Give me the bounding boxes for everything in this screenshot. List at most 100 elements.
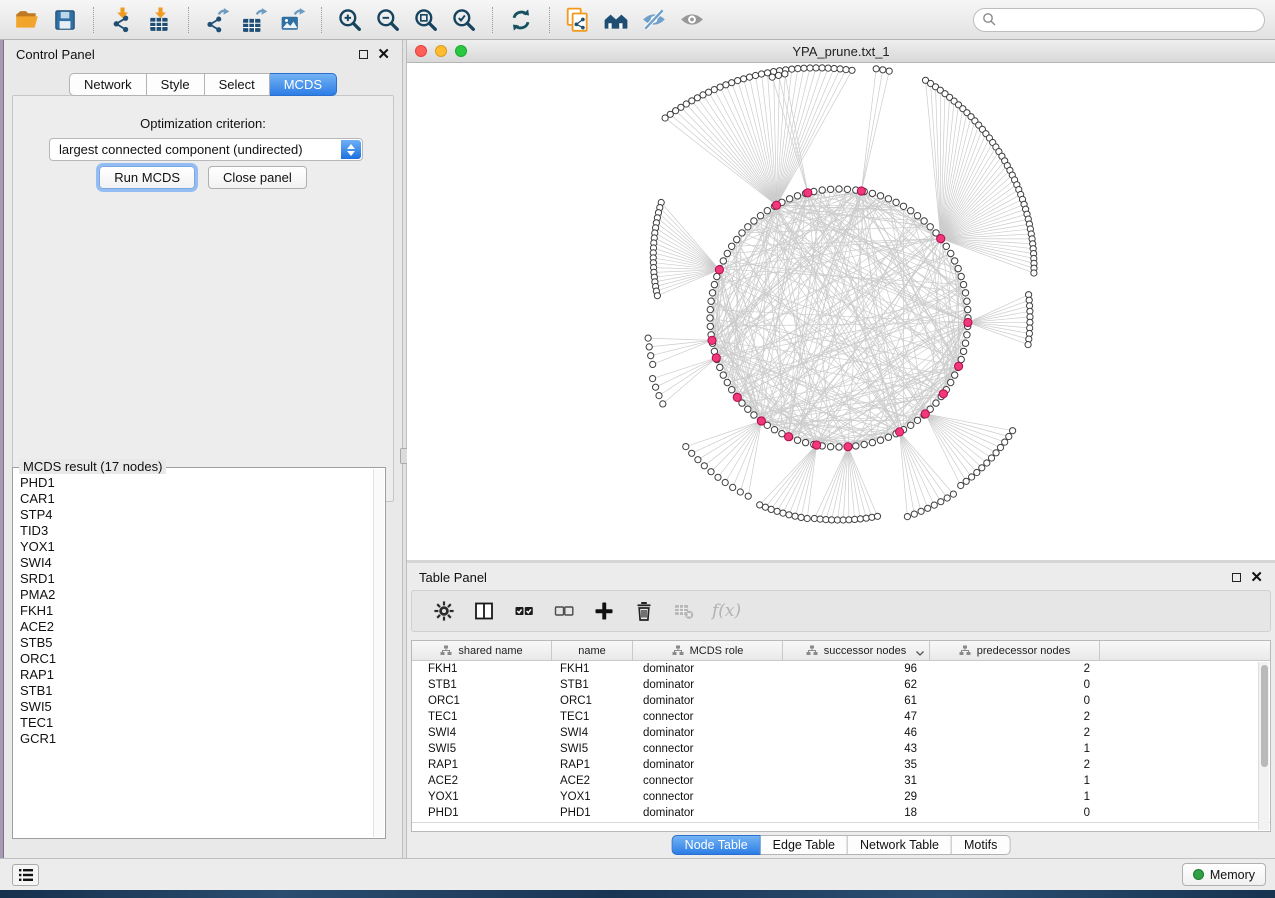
list-item[interactable]: TID3 (20, 523, 385, 539)
delete-column-button[interactable] (672, 599, 696, 623)
export-image-icon (280, 7, 306, 33)
list-item[interactable]: PHD1 (20, 475, 385, 491)
run-mcds-button[interactable]: Run MCDS (99, 166, 195, 189)
column-header-predecessor-nodes[interactable]: predecessor nodes (930, 641, 1100, 660)
show-all-button[interactable] (673, 3, 711, 37)
close-panel-button[interactable]: Close panel (208, 166, 307, 189)
function-builder-button[interactable]: f(x) (712, 601, 741, 621)
zoom-selected-button[interactable] (445, 3, 483, 37)
search-icon (982, 12, 997, 27)
tab-mcds[interactable]: MCDS (270, 73, 337, 96)
control-panel-title: Control Panel (16, 47, 95, 62)
table-row[interactable]: PHD1 PHD1 dominator 18 0 (412, 805, 1270, 821)
list-item[interactable]: SWI5 (20, 699, 385, 715)
columns-icon (473, 600, 495, 622)
application-window: Control Panel ✕ NetworkStyleSelectMCDS O… (0, 0, 1275, 898)
list-item[interactable]: ORC1 (20, 651, 385, 667)
table-row[interactable]: TEC1 TEC1 connector 47 2 (412, 709, 1270, 725)
save-button[interactable] (46, 3, 84, 37)
duplicate-network-button[interactable] (559, 3, 597, 37)
deselect-all-button[interactable] (552, 599, 576, 623)
hide-selected-button[interactable] (635, 3, 673, 37)
export-table-button[interactable] (236, 3, 274, 37)
list-item[interactable]: TEC1 (20, 715, 385, 731)
table-row[interactable]: YOX1 YOX1 connector 29 1 (412, 789, 1270, 805)
export-image-button[interactable] (274, 3, 312, 37)
close-panel-icon[interactable]: ✕ (377, 50, 390, 59)
close-panel-icon[interactable]: ✕ (1250, 573, 1263, 582)
import-network-button[interactable] (103, 3, 141, 37)
search-input[interactable] (997, 11, 1256, 28)
table-header-row: shared namenameMCDS rolesuccessor nodesp… (412, 641, 1270, 661)
scrollbar[interactable] (373, 469, 384, 837)
scrollbar[interactable] (1258, 662, 1269, 830)
zoom-fit-icon (413, 7, 439, 33)
list-item[interactable]: SWI4 (20, 555, 385, 571)
open-button[interactable] (8, 3, 46, 37)
first-neighbors-button[interactable] (597, 3, 635, 37)
memory-status-icon (1193, 869, 1204, 880)
optimization-criterion-select[interactable]: largest connected component (undirected) (49, 138, 363, 161)
list-item[interactable]: RAP1 (20, 667, 385, 683)
network-canvas[interactable] (407, 63, 1275, 560)
trash-icon (633, 600, 655, 622)
list-item[interactable]: ACE2 (20, 619, 385, 635)
tab-node-table[interactable]: Node Table (672, 835, 761, 855)
tab-edge-table[interactable]: Edge Table (761, 835, 848, 855)
refresh-icon (508, 7, 534, 33)
zoom-in-icon (337, 7, 363, 33)
column-namespace-icon (959, 645, 971, 656)
refresh-button[interactable] (502, 3, 540, 37)
select-all-button[interactable] (512, 599, 536, 623)
list-item[interactable]: FKH1 (20, 603, 385, 619)
export-network-button[interactable] (198, 3, 236, 37)
list-item[interactable]: CAR1 (20, 491, 385, 507)
list-item[interactable]: STP4 (20, 507, 385, 523)
zoom-in-button[interactable] (331, 3, 369, 37)
deselect-all-icon (553, 600, 575, 622)
float-panel-icon[interactable] (1232, 573, 1241, 582)
column-header-successor-nodes[interactable]: successor nodes (783, 641, 930, 660)
memory-button[interactable]: Memory (1182, 863, 1266, 886)
column-header-MCDS-role[interactable]: MCDS role (633, 641, 783, 660)
tab-select[interactable]: Select (205, 73, 270, 96)
tab-network[interactable]: Network (69, 73, 147, 96)
list-item[interactable]: YOX1 (20, 539, 385, 555)
scrollbar-thumb[interactable] (1261, 665, 1268, 767)
add-button[interactable] (592, 599, 616, 623)
table-row[interactable]: FKH1 FKH1 dominator 96 2 (412, 661, 1270, 677)
show-panels-button[interactable] (12, 864, 39, 886)
float-panel-icon[interactable] (359, 50, 368, 59)
trash-button[interactable] (632, 599, 656, 623)
zoom-out-button[interactable] (369, 3, 407, 37)
column-namespace-icon (672, 645, 684, 656)
table-row[interactable]: STB1 STB1 dominator 62 0 (412, 677, 1270, 693)
export-network-icon (204, 7, 230, 33)
tab-style[interactable]: Style (147, 73, 205, 96)
list-item[interactable]: SRD1 (20, 571, 385, 587)
toolbar-separator (492, 7, 493, 33)
table-body: FKH1 FKH1 dominator 96 2 STB1 STB1 domin… (412, 661, 1270, 821)
column-header-shared-name[interactable]: shared name (412, 641, 552, 660)
search-field[interactable] (973, 8, 1265, 32)
list-item[interactable]: PMA2 (20, 587, 385, 603)
import-table-button[interactable] (141, 3, 179, 37)
list-item[interactable]: STB5 (20, 635, 385, 651)
table-row[interactable]: ORC1 ORC1 dominator 61 0 (412, 693, 1270, 709)
mcds-tab-content: Optimization criterion: largest connecte… (12, 95, 394, 502)
list-item[interactable]: GCR1 (20, 731, 385, 747)
table-row[interactable]: SWI5 SWI5 connector 43 1 (412, 741, 1270, 757)
tab-network-table[interactable]: Network Table (848, 835, 952, 855)
table-row[interactable]: SWI4 SWI4 dominator 46 2 (412, 725, 1270, 741)
tab-motifs[interactable]: Motifs (952, 835, 1010, 855)
gear-button[interactable] (432, 599, 456, 623)
zoom-fit-button[interactable] (407, 3, 445, 37)
table-row[interactable]: RAP1 RAP1 dominator 35 2 (412, 757, 1270, 773)
column-header-name[interactable]: name (552, 641, 633, 660)
table-row[interactable]: ACE2 ACE2 connector 31 1 (412, 773, 1270, 789)
column-namespace-icon (440, 645, 452, 656)
list-item[interactable]: STB1 (20, 683, 385, 699)
control-panel: Control Panel ✕ NetworkStyleSelectMCDS O… (4, 40, 402, 858)
main-toolbar (0, 0, 1275, 40)
columns-button[interactable] (472, 599, 496, 623)
